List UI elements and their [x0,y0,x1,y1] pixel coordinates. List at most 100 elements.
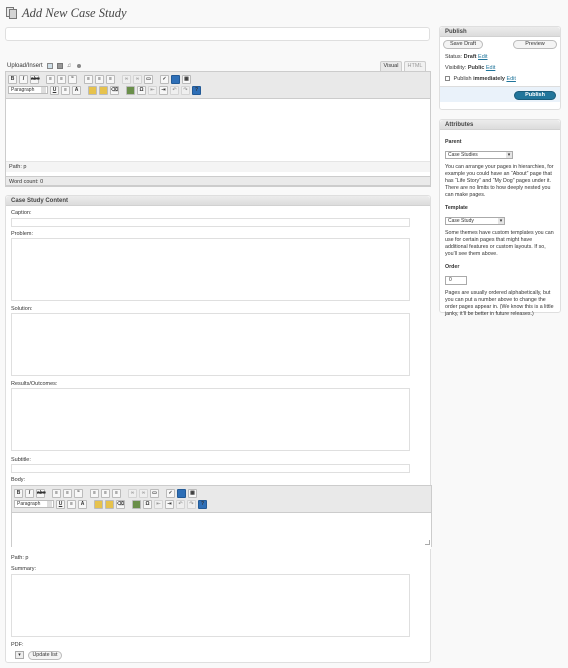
align-right-button[interactable]: ≡ [106,74,115,84]
body-editor-toolbar: B I abc ≡ ≡ “ ≡ ≡ ≡ ∞ ∞ ▭ ✓ ▦ Paragraph … [12,486,431,513]
help-button[interactable]: ? [198,499,207,509]
problem-textarea[interactable] [11,238,410,301]
body-editor-area[interactable] [12,513,431,549]
editor-area[interactable] [6,99,430,161]
outdent-button[interactable]: ⇤ [148,85,157,95]
parent-select[interactable]: Case Studies [445,151,513,159]
strikethrough-button[interactable]: abc [36,488,46,498]
numbered-list-button[interactable]: ≡ [57,74,66,84]
bullet-list-button[interactable]: ≡ [52,488,61,498]
title-input[interactable] [5,27,430,41]
bullet-list-button[interactable]: ≡ [46,74,55,84]
resize-handle[interactable] [425,540,430,545]
redo-button[interactable]: ↷ [181,85,190,95]
remove-format-button[interactable]: ⌫ [116,499,125,509]
unlink-button[interactable]: ∞ [133,74,142,84]
align-right-button[interactable]: ≡ [112,488,121,498]
tab-visual[interactable]: Visual [380,61,402,71]
kitchen-sink-button[interactable]: ▦ [188,488,197,498]
bold-button[interactable]: B [14,488,23,498]
save-draft-button[interactable]: Save Draft [443,39,483,49]
publish-button[interactable]: Publish [514,91,556,100]
redo-button[interactable]: ↷ [187,499,196,509]
case-study-box-title: Case Study Content [6,196,430,206]
media-insert-button[interactable] [132,499,141,509]
order-input[interactable]: 0 [445,276,467,285]
paste-text-button[interactable] [88,85,97,95]
solution-textarea[interactable] [11,313,410,376]
blockquote-button[interactable]: “ [68,74,77,84]
undo-button[interactable]: ↶ [176,499,185,509]
media-icon[interactable] [76,63,81,68]
summary-textarea[interactable] [11,574,410,637]
more-tag-button[interactable]: ▭ [150,488,159,498]
video-icon[interactable] [56,62,63,69]
strikethrough-button[interactable]: abc [30,74,40,84]
undo-button[interactable]: ↶ [170,85,179,95]
kitchen-sink-button[interactable]: ▦ [182,74,191,84]
spellcheck-button[interactable]: ✓ [166,488,175,498]
case-study-content-box: Case Study Content Caption: Problem: Sol… [5,195,432,663]
template-select[interactable]: Case Study [445,217,505,225]
justify-button[interactable]: ≡ [61,85,70,95]
upload-insert-label: Upload/Insert [7,62,43,69]
special-char-button[interactable]: Ω [143,499,152,509]
caption-label: Caption: [11,210,32,216]
format-select[interactable]: Paragraph [14,500,54,508]
link-button[interactable]: ∞ [122,74,131,84]
align-left-button[interactable]: ≡ [90,488,99,498]
text-color-button[interactable]: A [72,85,81,95]
bold-button[interactable]: B [8,74,17,84]
indent-button[interactable]: ⇥ [165,499,174,509]
caption-input[interactable] [11,218,410,227]
status-row: Status: Draft Edit [445,54,488,60]
paste-text-button[interactable] [94,499,103,509]
outdent-button[interactable]: ⇤ [154,499,163,509]
underline-button[interactable]: U [50,85,59,95]
remove-format-button[interactable]: ⌫ [110,85,119,95]
preview-button[interactable]: Preview [513,39,557,49]
indent-button[interactable]: ⇥ [159,85,168,95]
help-button[interactable]: ? [192,85,201,95]
word-count: Word count: 0 [5,176,431,186]
parent-label: Parent [445,139,462,145]
spellcheck-button[interactable]: ✓ [160,74,169,84]
justify-button[interactable]: ≡ [67,499,76,509]
fullscreen-button[interactable] [171,74,180,84]
body-label: Body: [11,477,26,483]
media-insert-button[interactable] [126,85,135,95]
fullscreen-button[interactable] [177,488,186,498]
body-editor: B I abc ≡ ≡ “ ≡ ≡ ≡ ∞ ∞ ▭ ✓ ▦ Paragraph … [11,485,432,549]
italic-button[interactable]: I [19,74,28,84]
visibility-edit-link[interactable]: Edit [486,65,495,71]
order-label: Order [445,264,460,270]
summary-label: Summary: [11,566,37,572]
schedule-value: immediately [473,76,505,82]
align-center-button[interactable]: ≡ [95,74,104,84]
numbered-list-button[interactable]: ≡ [63,488,72,498]
template-label: Template [445,205,468,211]
align-center-button[interactable]: ≡ [101,488,110,498]
text-color-button[interactable]: A [78,499,87,509]
pdf-select[interactable]: ▾ [15,651,24,659]
subtitle-input[interactable] [11,464,410,473]
format-select[interactable]: Paragraph [8,86,48,94]
tab-html[interactable]: HTML [404,61,426,71]
paste-word-button[interactable] [99,85,108,95]
results-textarea[interactable] [11,388,410,451]
align-left-button[interactable]: ≡ [84,74,93,84]
status-edit-link[interactable]: Edit [478,54,487,60]
special-char-button[interactable]: Ω [137,85,146,95]
link-button[interactable]: ∞ [128,488,137,498]
schedule-edit-link[interactable]: Edit [506,76,515,82]
image-icon[interactable] [46,62,53,69]
paste-word-button[interactable] [105,499,114,509]
audio-icon[interactable]: ♫ [67,63,73,69]
update-list-button[interactable]: Update list [28,651,62,660]
unlink-button[interactable]: ∞ [139,488,148,498]
more-tag-button[interactable]: ▭ [144,74,153,84]
blockquote-button[interactable]: “ [74,488,83,498]
underline-button[interactable]: U [56,499,65,509]
italic-button[interactable]: I [25,488,34,498]
problem-label: Problem: [11,231,34,237]
